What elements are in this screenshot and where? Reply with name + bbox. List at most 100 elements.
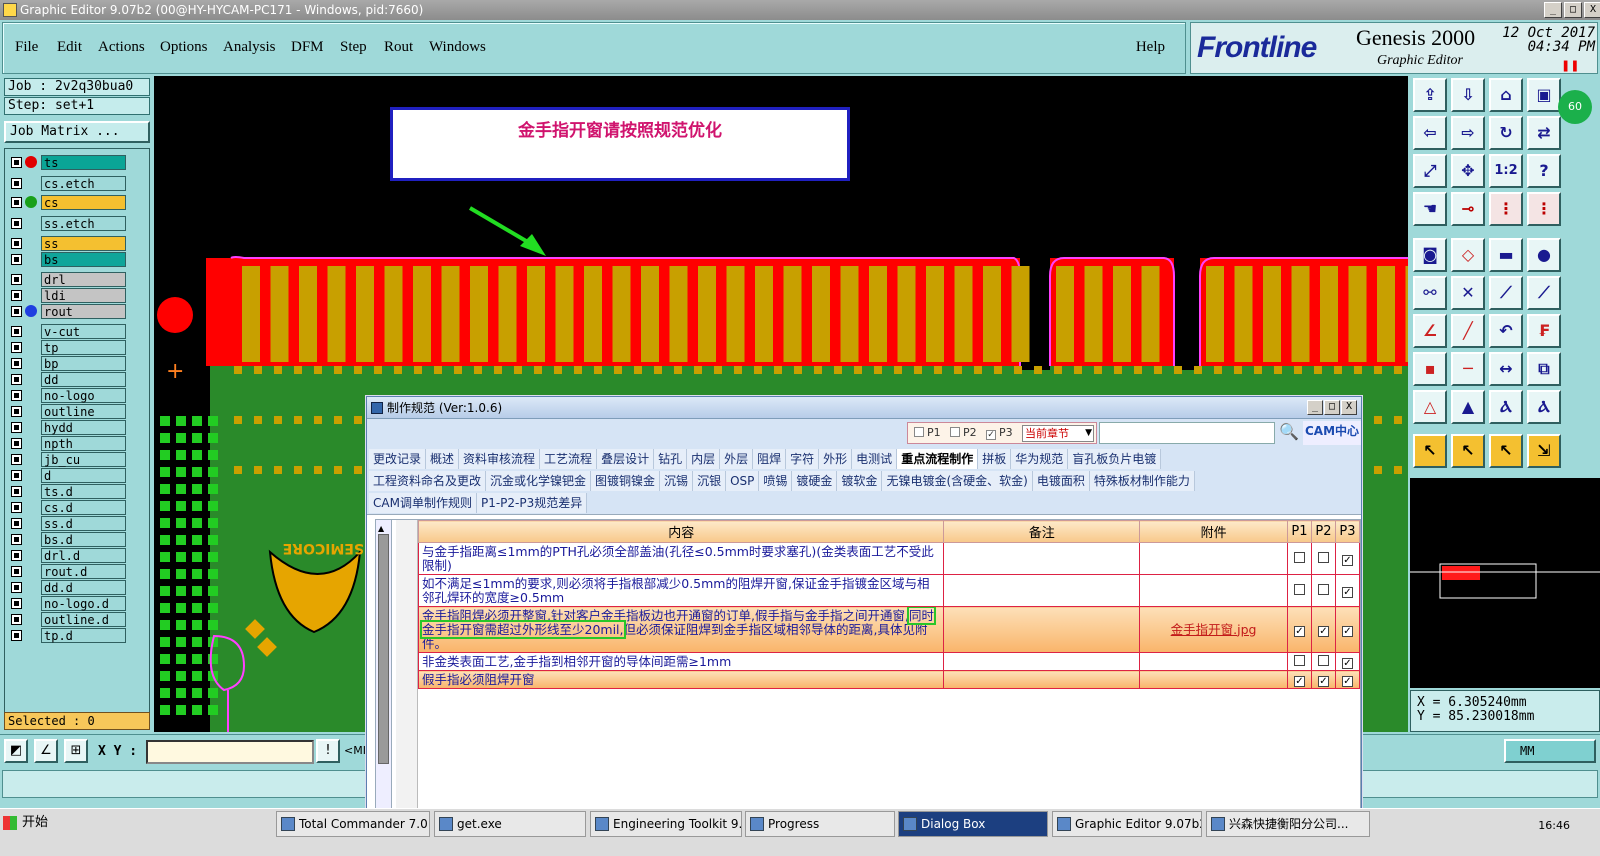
angle-snap-icon[interactable]: ∠: [34, 739, 58, 763]
taskbar-item[interactable]: Engineering Toolkit 9.07...: [590, 811, 742, 837]
column-header[interactable]: P3: [1334, 520, 1361, 543]
help-icon[interactable]: ?: [1527, 154, 1561, 188]
p1-checkbox[interactable]: [1293, 551, 1305, 563]
taskbar-item[interactable]: Progress: [745, 811, 895, 837]
overview-map[interactable]: [1410, 478, 1600, 688]
filter-p3[interactable]: ✓ P3: [986, 423, 1013, 443]
layer-checkbox[interactable]: [11, 422, 22, 433]
taskbar-item[interactable]: 兴森快捷衡阳分公司...: [1206, 811, 1370, 837]
menu-file[interactable]: File: [15, 39, 38, 56]
menu-options[interactable]: Options: [160, 39, 208, 56]
flip-icon[interactable]: ₣: [1527, 314, 1561, 348]
layer-checkbox[interactable]: [11, 306, 22, 317]
maximize-button[interactable]: □: [1564, 2, 1582, 18]
layer-checkbox[interactable]: [11, 470, 22, 481]
dialog-minimize-button[interactable]: _: [1307, 400, 1323, 415]
layer-no-logo[interactable]: no-logo: [8, 388, 126, 403]
p3-checkbox[interactable]: ✓: [1341, 554, 1353, 566]
layer-checkbox[interactable]: [11, 274, 22, 285]
taskbar-item[interactable]: Graphic Editor 9.07b2 (...: [1052, 811, 1202, 837]
units-select[interactable]: MM: [1504, 739, 1596, 763]
tab-tabs_row1-2[interactable]: 资料审核流程: [459, 449, 541, 469]
p3-checkbox[interactable]: ✓: [1341, 675, 1353, 687]
connect-icon[interactable]: ⟋: [1527, 276, 1561, 310]
triangle-bar-icon[interactable]: Ⲁ: [1489, 390, 1523, 424]
tab-tabs_row1-9[interactable]: 字符: [786, 449, 820, 469]
layer-checkbox[interactable]: [11, 254, 22, 265]
pointer-step-icon[interactable]: ⇲: [1527, 434, 1561, 468]
pad-icon[interactable]: ▪: [1413, 352, 1447, 386]
warning-icon[interactable]: !: [316, 739, 340, 763]
p2-checkbox[interactable]: ✓: [1317, 675, 1329, 687]
window-titlebar[interactable]: Graphic Editor 9.07b2 (00@HY-HYCAM-PC171…: [0, 0, 1600, 20]
zoom-home-icon[interactable]: ⇪: [1413, 78, 1447, 112]
home-icon[interactable]: ⌂: [1489, 78, 1523, 112]
fit-icon[interactable]: ▣: [1527, 78, 1561, 112]
layer-checkbox[interactable]: [11, 550, 22, 561]
layer-outline[interactable]: outline: [8, 404, 126, 419]
layer-cs.d[interactable]: cs.d: [8, 500, 126, 515]
layer-bs[interactable]: bs: [8, 252, 126, 267]
column-header[interactable]: 内容: [417, 520, 945, 543]
layer-checkbox[interactable]: [11, 390, 22, 401]
layer-ss.etch[interactable]: ss.etch: [8, 216, 126, 231]
search-input[interactable]: [1099, 422, 1275, 444]
cell-note[interactable]: [943, 652, 1141, 671]
tab-tabs_row1-10[interactable]: 外形: [819, 449, 853, 469]
menu-dfm[interactable]: DFM: [291, 39, 324, 56]
p2-checkbox[interactable]: [1317, 551, 1329, 563]
layer-checkbox[interactable]: [11, 454, 22, 465]
pan-right-icon[interactable]: ⇨: [1451, 116, 1485, 150]
pan-left-icon[interactable]: ⇦: [1413, 116, 1447, 150]
tab-tabs_row1-13[interactable]: 拼板: [978, 449, 1012, 469]
arc-icon[interactable]: ↶: [1489, 314, 1523, 348]
polygon-icon[interactable]: ◇: [1451, 238, 1485, 272]
tab-tabs_row1-5[interactable]: 钻孔: [654, 449, 688, 469]
menu-windows[interactable]: Windows: [429, 39, 486, 56]
layer-drl[interactable]: drl: [8, 272, 126, 287]
pointer-icon[interactable]: ↖: [1413, 434, 1447, 468]
tab-tabs_row2-7[interactable]: 镀硬金: [792, 471, 838, 491]
layer-checkbox[interactable]: [11, 534, 22, 545]
tab-tabs_row1-15[interactable]: 盲孔板负片电镀: [1068, 449, 1162, 469]
tab-tabs_row1-12[interactable]: 重点流程制作: [897, 449, 979, 469]
layer-tp.d[interactable]: tp.d: [8, 628, 126, 643]
layer-tp[interactable]: tp: [8, 340, 126, 355]
start-button[interactable]: 开始: [0, 811, 60, 837]
pointer-box-icon[interactable]: ↖: [1451, 434, 1485, 468]
tab-tabs_row2-2[interactable]: 图镀铜镍金: [591, 471, 661, 491]
table-row[interactable]: 如不满足≤1mm的要求,则必须将手指根部减少0.5mm的阻焊开窗,保证金手指镀金…: [417, 574, 1361, 607]
layer-checkbox[interactable]: [11, 178, 22, 189]
layer-checkbox[interactable]: [11, 598, 22, 609]
p1-checkbox[interactable]: ✓: [1293, 675, 1305, 687]
taskbar-item[interactable]: Total Commander 7.0 p...: [276, 811, 430, 837]
triangle-icon[interactable]: △: [1413, 390, 1447, 424]
layer-ss[interactable]: ss: [8, 236, 126, 251]
group-icon[interactable]: ⧉: [1527, 352, 1561, 386]
redraw-icon[interactable]: ↻: [1489, 116, 1523, 150]
filter-p2[interactable]: P2: [950, 423, 977, 443]
layer-checkbox[interactable]: [11, 238, 22, 249]
tab-tabs_row2-0[interactable]: 工程资料命名及更改: [369, 471, 487, 491]
pointer-outline-icon[interactable]: ↖: [1489, 434, 1523, 468]
tab-tabs_row1-8[interactable]: 阻焊: [753, 449, 787, 469]
tab-tabs_row1-3[interactable]: 工艺流程: [540, 449, 598, 469]
chapter-select[interactable]: 当前章节: [1022, 425, 1094, 442]
scroll-thumb[interactable]: [378, 534, 389, 764]
menu-analysis[interactable]: Analysis: [223, 39, 276, 56]
vertical-scrollbar[interactable]: ▲: [376, 520, 392, 810]
tab-tabs_row2-6[interactable]: 喷锡: [759, 471, 793, 491]
dot-icon[interactable]: ●: [1527, 238, 1561, 272]
layer-ldi[interactable]: ldi: [8, 288, 126, 303]
layer-checkbox[interactable]: [11, 630, 22, 641]
layer-ts[interactable]: ts: [8, 155, 126, 170]
layer-red-icon[interactable]: ⋮: [1489, 192, 1523, 226]
cell-note[interactable]: [943, 574, 1141, 607]
tab-tabs_row1-1[interactable]: 概述: [426, 449, 460, 469]
tab-tabs_row2-9[interactable]: 无镍电镀金(含硬金、软金): [882, 471, 1033, 491]
layer-drl.d[interactable]: drl.d: [8, 548, 126, 563]
p3-checkbox[interactable]: ✓: [1341, 586, 1353, 598]
tab-tabs_row2-11[interactable]: 特殊板材制作能力: [1089, 471, 1195, 491]
hand-icon[interactable]: ☚: [1413, 192, 1447, 226]
tab-tabs_row2-8[interactable]: 镀软金: [837, 471, 883, 491]
